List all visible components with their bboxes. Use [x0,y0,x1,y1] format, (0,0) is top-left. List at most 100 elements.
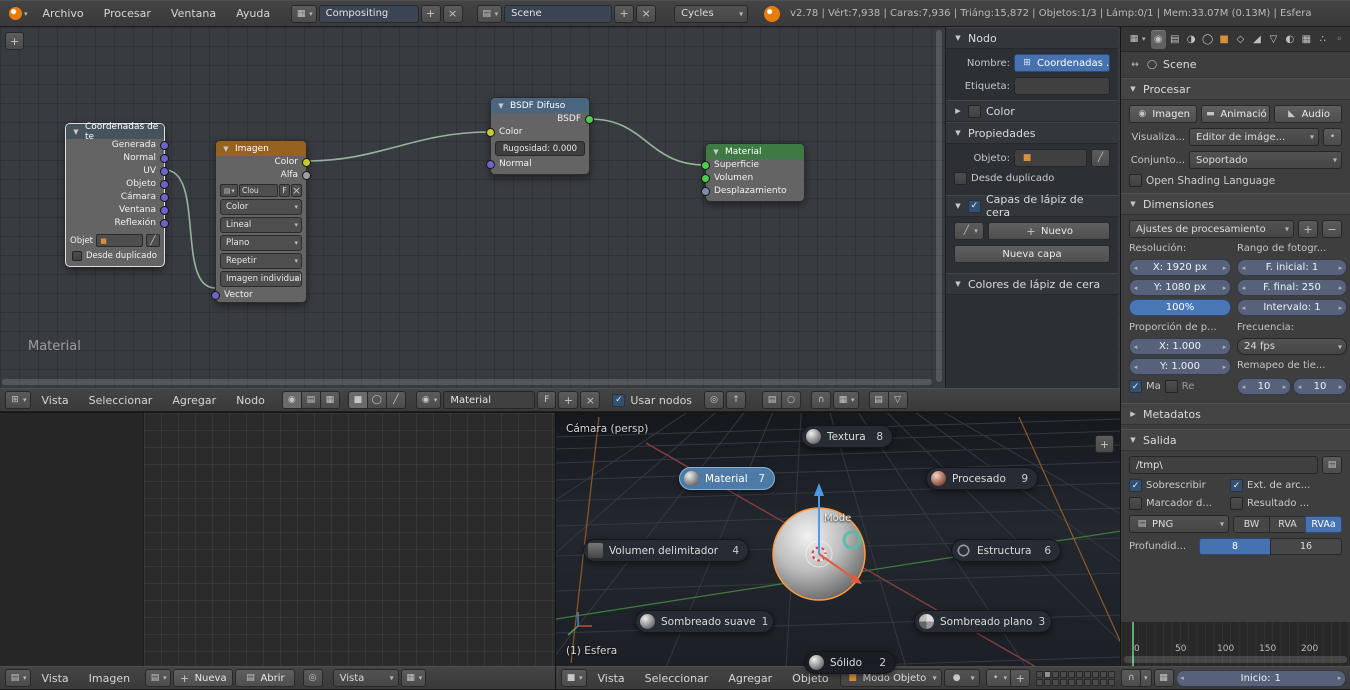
pie-item-solido[interactable]: Sólido 2 [804,651,896,674]
panel-color[interactable]: Color [946,100,1118,122]
node-image-texture[interactable]: Imagen Color Alfa Clou F Color Lineal Pl… [215,140,307,303]
scene-name[interactable]: Scene [504,5,612,23]
output-socket[interactable] [160,193,169,202]
screen-layout-name[interactable]: Compositing [319,5,419,23]
menu-agregar[interactable]: Agregar [719,667,781,689]
output-socket[interactable] [160,180,169,189]
menu-vista[interactable]: Vista [33,667,78,689]
editor-type-button[interactable] [561,669,587,687]
pie-item-volumen-delimitador[interactable]: Volumen delimitador 4 [583,539,749,562]
menu-ventana[interactable]: Ventana [162,1,225,26]
color-checkbox[interactable] [968,105,981,118]
screen-layout-browse-button[interactable] [291,5,317,23]
pie-item-sombreado-plano[interactable]: Sombreado plano 3 [914,610,1052,633]
layer-cell[interactable] [1076,679,1083,686]
output-socket[interactable] [160,219,169,228]
cache-result-checkbox[interactable] [1230,497,1243,510]
tab-object[interactable] [1216,30,1231,49]
editor-type-button[interactable] [1124,31,1150,48]
pie-item-material[interactable]: Material 7 [679,467,775,490]
grease-pencil-checkbox[interactable] [968,200,981,213]
remove-preset-button[interactable] [1322,220,1342,238]
tab-constraints[interactable] [1233,30,1248,49]
menu-vista[interactable]: Vista [33,389,78,411]
node-editor-canvas[interactable]: Coordenadas de te Generada Normal UV Obj… [0,27,1120,388]
texture-nodes-toggle[interactable] [320,391,340,409]
render-audio-button[interactable]: Audio [1274,105,1342,123]
crop-checkbox[interactable] [1165,380,1178,393]
pivot-select[interactable] [986,669,1012,687]
panel-metadata[interactable]: Metadatos [1121,403,1350,425]
object-selector[interactable] [1014,149,1087,167]
compositing-nodes-toggle[interactable] [301,391,321,409]
vertical-scrollbar[interactable] [936,30,942,382]
output-socket[interactable] [160,154,169,163]
material-name-field[interactable]: Material [443,391,535,409]
layer-cell[interactable] [1092,679,1099,686]
file-extensions-checkbox[interactable] [1230,479,1243,492]
layer-cell-active[interactable] [1044,671,1051,678]
add-material-button[interactable] [558,391,578,409]
menu-nodo[interactable]: Nodo [227,389,274,411]
projection-select[interactable]: Plano [220,235,302,251]
tab-particles[interactable] [1315,30,1330,49]
editor-type-button[interactable] [5,391,31,409]
viewport-shading-select[interactable] [944,669,980,687]
tab-texture[interactable] [1299,30,1314,49]
paste-button[interactable] [888,391,908,409]
eyedropper-button[interactable] [1091,149,1110,167]
output-socket[interactable] [160,206,169,215]
layers-widget[interactable] [1036,671,1115,686]
browse-path-button[interactable] [1322,456,1342,474]
world-shader-toggle[interactable] [367,391,387,409]
node-diffuse-bsdf[interactable]: BSDF Difuso BSDF Color Rugosidad: 0.000 … [490,97,590,175]
color-space-select[interactable]: Color [220,199,302,215]
brush-select-button[interactable] [954,222,984,240]
frame-end-field[interactable]: F. final: 250 [1237,279,1347,296]
from-duplicate-checkbox[interactable] [72,251,82,261]
fake-user-button[interactable]: F [279,184,290,197]
layer-cell[interactable] [1036,679,1043,686]
snap-toggle[interactable] [811,391,831,409]
menu-seleccionar[interactable]: Seleccionar [636,667,718,689]
frame-rate-select[interactable]: 24 fps [1237,338,1347,355]
pie-item-estructura[interactable]: Estructura 6 [951,539,1061,562]
output-socket[interactable] [302,171,311,180]
output-socket[interactable] [585,115,594,124]
eyedropper-button[interactable] [146,234,160,247]
new-image-button[interactable]: Nueva [173,669,233,687]
new-layer-button[interactable]: Nueva capa [954,245,1110,263]
panel-properties[interactable]: Propiedades [946,122,1118,144]
use-nodes-checkbox[interactable] [612,394,625,407]
roughness-slider[interactable]: Rugosidad: 0.000 [495,141,585,156]
output-socket[interactable] [160,141,169,150]
properties-shelf-expand-button[interactable] [1095,435,1114,453]
panel-node[interactable]: Nodo [946,27,1118,49]
timeline-ruler[interactable]: 0 50 100 150 200 [1121,622,1350,666]
add-screen-layout-button[interactable] [421,5,441,23]
collapse-icon[interactable] [221,145,231,153]
tab-object-data[interactable] [1266,30,1281,49]
shader-nodes-toggle[interactable] [282,391,302,409]
pie-item-sombreado-suave[interactable]: Sombreado suave 1 [635,610,774,633]
depth-16-button[interactable]: 16 [1270,538,1342,555]
image-browse-button[interactable] [220,184,238,197]
go-to-parent-button[interactable] [726,391,746,409]
open-image-button[interactable]: Abrir [235,669,295,687]
feature-set-select[interactable]: Soportado [1189,151,1342,169]
add-preset-button[interactable] [1298,220,1318,238]
menu-vista[interactable]: Vista [589,667,634,689]
panel-grease-pencil-colors[interactable]: Colores de lápiz de cera [946,273,1118,295]
image-browse-button[interactable] [145,669,171,687]
remap-new-field[interactable]: 10 [1293,378,1347,395]
input-socket[interactable] [701,161,710,170]
remap-old-field[interactable]: 10 [1237,378,1291,395]
lock-interface-button[interactable] [1323,128,1342,146]
tab-render-layers[interactable] [1167,30,1182,49]
output-path-field[interactable]: /tmp\ [1129,456,1318,474]
horizontal-scrollbar[interactable] [2,379,932,385]
layer-cell[interactable] [1052,671,1059,678]
tab-scene[interactable] [1183,30,1198,49]
render-engine-select[interactable]: Cycles [674,5,748,23]
border-checkbox[interactable] [1129,380,1142,393]
